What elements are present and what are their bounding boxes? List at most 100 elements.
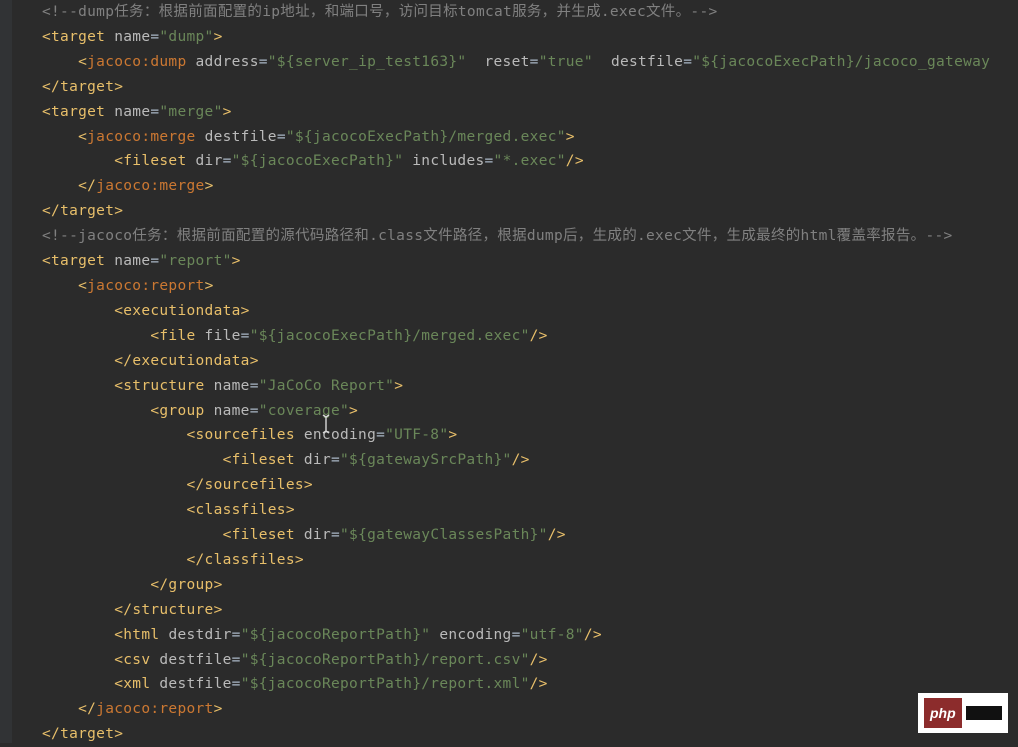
- code-token: </: [42, 726, 60, 742]
- code-token: </: [42, 203, 60, 219]
- code-token: [42, 303, 114, 319]
- code-line[interactable]: <file file="${jacocoExecPath}/merged.exe…: [42, 324, 990, 349]
- code-line[interactable]: <html destdir="${jacocoReportPath}" enco…: [42, 623, 990, 648]
- code-line[interactable]: <!--jacoco任务：根据前面配置的源代码路径和.class文件路径，根据d…: [42, 224, 990, 249]
- code-token: "${jacocoReportPath}/report.csv": [241, 652, 530, 668]
- code-line[interactable]: <jacoco:report>: [42, 274, 990, 299]
- code-token: >: [232, 253, 241, 269]
- code-token: >: [114, 79, 123, 95]
- code-token: html: [123, 627, 159, 643]
- code-line[interactable]: <executiondata>: [42, 299, 990, 324]
- code-line[interactable]: </target>: [42, 75, 990, 100]
- code-token: </: [78, 701, 96, 717]
- code-line[interactable]: </jacoco:report>: [42, 697, 990, 722]
- code-token: merge: [150, 129, 195, 145]
- code-token: name: [214, 378, 250, 394]
- code-token: [42, 477, 186, 493]
- code-token: >: [214, 29, 223, 45]
- code-line[interactable]: </executiondata>: [42, 349, 990, 374]
- code-editor[interactable]: <!--dump任务：根据前面配置的ip地址，和端口号，访问目标tomcat服务…: [12, 0, 990, 747]
- code-token: classfiles: [196, 502, 286, 518]
- code-line[interactable]: <fileset dir="${gatewayClassesPath}"/>: [42, 523, 990, 548]
- code-token: =: [250, 403, 259, 419]
- code-token: [196, 328, 205, 344]
- code-token: [42, 328, 150, 344]
- code-line[interactable]: <classfiles>: [42, 498, 990, 523]
- code-token: dir: [304, 452, 331, 468]
- code-token: =: [232, 652, 241, 668]
- code-token: <: [78, 129, 87, 145]
- code-token: </: [186, 477, 204, 493]
- code-token: [42, 701, 78, 717]
- code-line[interactable]: <target name="dump">: [42, 25, 990, 50]
- code-token: =: [250, 378, 259, 394]
- code-token: jacoco: [87, 278, 141, 294]
- code-token: >: [394, 378, 403, 394]
- code-token: target: [60, 79, 114, 95]
- code-token: destdir: [168, 627, 231, 643]
- code-token: [105, 253, 114, 269]
- code-token: [205, 403, 214, 419]
- code-token: [295, 427, 304, 443]
- code-line[interactable]: </sourcefiles>: [42, 473, 990, 498]
- code-token: jacoco: [96, 178, 150, 194]
- code-line[interactable]: <target name="report">: [42, 249, 990, 274]
- code-token: [42, 178, 78, 194]
- code-token: "report": [159, 253, 231, 269]
- code-line[interactable]: </target>: [42, 199, 990, 224]
- code-token: "${jacocoReportPath}": [241, 627, 431, 643]
- code-line[interactable]: <jacoco:merge destfile="${jacocoExecPath…: [42, 125, 990, 150]
- code-token: group: [159, 403, 204, 419]
- code-line[interactable]: <fileset dir="${gatewaySrcPath}"/>: [42, 448, 990, 473]
- code-token: [295, 452, 304, 468]
- code-token: includes: [412, 153, 484, 169]
- code-token: >: [448, 427, 457, 443]
- code-line[interactable]: </classfiles>: [42, 548, 990, 573]
- code-line[interactable]: <sourcefiles encoding="UTF-8">: [42, 423, 990, 448]
- code-line[interactable]: <xml destfile="${jacocoReportPath}/repor…: [42, 672, 990, 697]
- code-token: />: [566, 153, 584, 169]
- code-token: dir: [304, 527, 331, 543]
- code-token: <!--jacoco任务：根据前面配置的源代码路径和.class文件路径，根据d…: [42, 228, 953, 244]
- code-line[interactable]: <fileset dir="${jacocoExecPath}" include…: [42, 149, 990, 174]
- code-token: />: [584, 627, 602, 643]
- code-token: [42, 353, 114, 369]
- code-token: <: [114, 627, 123, 643]
- code-token: address: [196, 54, 259, 70]
- code-token: jacoco: [96, 701, 150, 717]
- code-line[interactable]: </jacoco:merge>: [42, 174, 990, 199]
- code-line[interactable]: <!--dump任务：根据前面配置的ip地址，和端口号，访问目标tomcat服务…: [42, 0, 990, 25]
- code-line[interactable]: </group>: [42, 573, 990, 598]
- code-token: <: [114, 676, 123, 692]
- code-line[interactable]: </structure>: [42, 598, 990, 623]
- code-token: =: [376, 427, 385, 443]
- code-token: file: [205, 328, 241, 344]
- code-token: name: [114, 104, 150, 120]
- code-line[interactable]: </target>: [42, 722, 990, 747]
- code-token: >: [286, 502, 295, 518]
- code-token: [42, 452, 223, 468]
- watermark-bar: [966, 706, 1002, 720]
- code-line[interactable]: <jacoco:dump address="${server_ip_test16…: [42, 50, 990, 75]
- code-token: [593, 54, 611, 70]
- code-line[interactable]: <structure name="JaCoCo Report">: [42, 374, 990, 399]
- code-token: "${gatewaySrcPath}": [340, 452, 512, 468]
- code-token: sourcefiles: [196, 427, 295, 443]
- code-token: "UTF-8": [385, 427, 448, 443]
- code-token: [295, 527, 304, 543]
- code-token: >: [223, 104, 232, 120]
- code-token: [105, 29, 114, 45]
- code-token: <: [223, 527, 232, 543]
- code-line[interactable]: <group name="coverage">: [42, 399, 990, 424]
- code-token: [42, 577, 150, 593]
- code-token: >: [214, 577, 223, 593]
- code-token: =: [331, 527, 340, 543]
- code-token: dump: [150, 54, 186, 70]
- code-token: jacoco: [87, 129, 141, 145]
- code-line[interactable]: <csv destfile="${jacocoReportPath}/repor…: [42, 648, 990, 673]
- code-token: "${server_ip_test163}": [268, 54, 467, 70]
- code-token: >: [349, 403, 358, 419]
- code-line[interactable]: <target name="merge">: [42, 100, 990, 125]
- code-token: [105, 104, 114, 120]
- code-token: destfile: [159, 652, 231, 668]
